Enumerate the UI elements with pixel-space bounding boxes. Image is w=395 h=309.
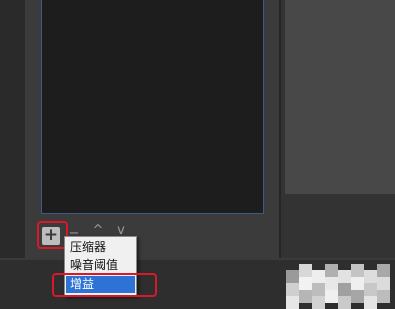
menu-item-noise-gate[interactable]: 噪音阈值 xyxy=(66,257,135,274)
filters-window: + − ^ v 压缩器 噪音阈值 增益 xyxy=(0,0,395,309)
menu-item-compressor[interactable]: 压缩器 xyxy=(66,239,135,256)
pixelated-region xyxy=(286,264,395,309)
preview-area xyxy=(285,0,395,194)
audio-filter-list[interactable] xyxy=(41,0,264,214)
gain-item-highlight xyxy=(52,273,157,297)
